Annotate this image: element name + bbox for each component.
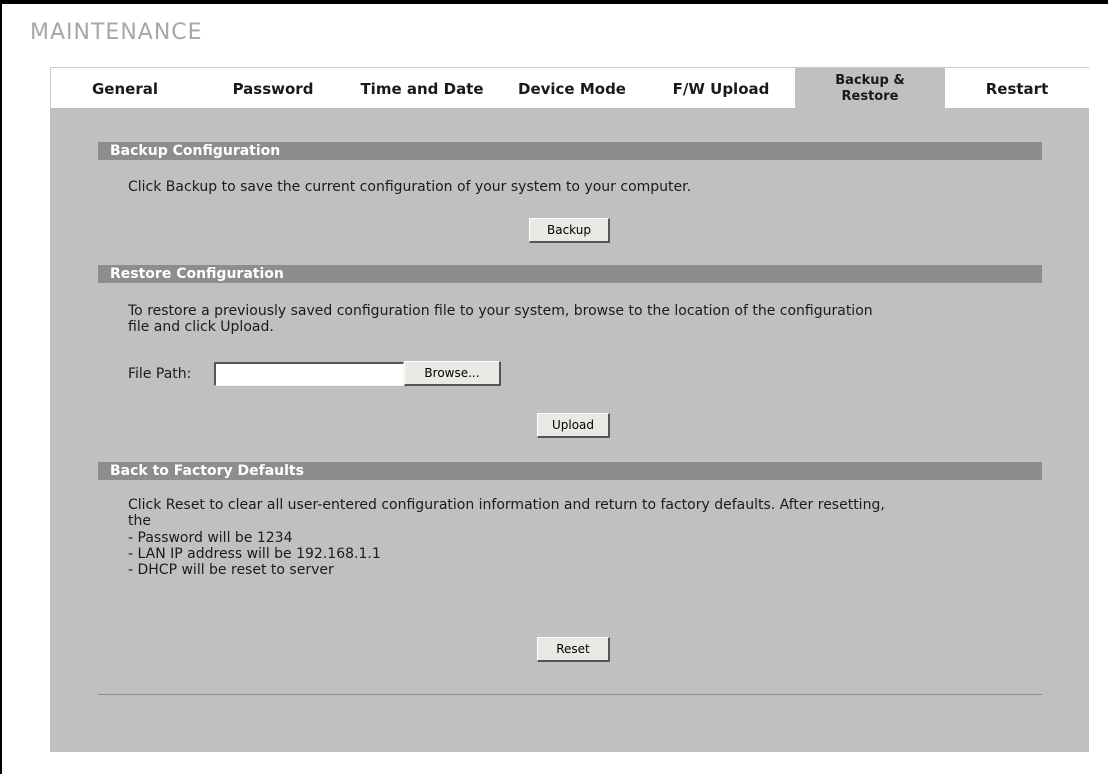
tab-restart[interactable]: Restart [945,68,1089,109]
tab-fw-upload[interactable]: F/W Upload [647,68,795,109]
reset-button[interactable]: Reset [537,637,610,662]
factory-description-line1: Click Reset to clear all user-entered co… [128,497,885,513]
factory-dhcp-note: - DHCP will be reset to server [128,562,334,578]
tab-general[interactable]: General [51,68,199,109]
tab-bar: General Password Time and Date Device Mo… [50,67,1089,109]
tab-password[interactable]: Password [199,68,347,109]
backup-description: Click Backup to save the current configu… [128,179,692,195]
restore-section-header: Restore Configuration [98,265,1042,283]
factory-lan-ip-note: - LAN IP address will be 192.168.1.1 [128,546,381,562]
page-title: MAINTENANCE [30,20,203,45]
top-border [0,0,1108,4]
file-path-input[interactable] [214,362,404,386]
restore-description-line1: To restore a previously saved configurat… [128,303,873,319]
tab-device-mode[interactable]: Device Mode [497,68,647,109]
factory-description-line2: the [128,513,151,529]
upload-button[interactable]: Upload [537,413,610,438]
backup-section-header: Backup Configuration [98,142,1042,160]
factory-password-note: - Password will be 1234 [128,530,293,546]
restore-description-line2: file and click Upload. [128,319,274,335]
browse-button[interactable]: Browse... [404,361,501,386]
factory-section-header: Back to Factory Defaults [98,462,1042,480]
left-border [0,0,2,774]
tab-backup-restore-label: Backup & Restore [835,72,905,104]
bottom-divider [98,694,1042,695]
file-path-label: File Path: [128,366,192,382]
tab-time-and-date[interactable]: Time and Date [347,68,497,109]
tab-backup-restore[interactable]: Backup & Restore [795,68,945,109]
backup-button[interactable]: Backup [529,218,610,243]
